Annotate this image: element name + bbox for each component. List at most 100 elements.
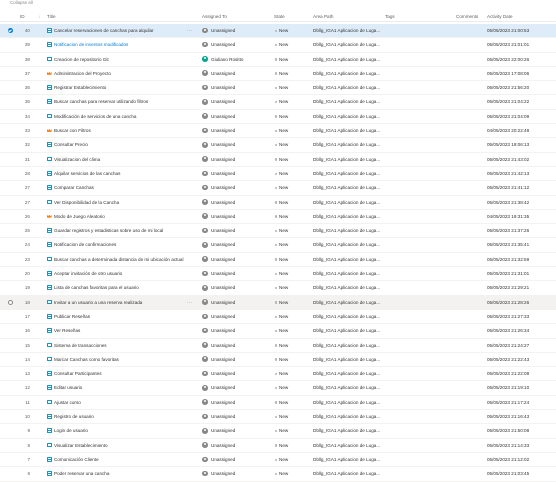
- table-row[interactable]: 11 Ajustar curso Unassigned New Dbllg_IGA1 A…: [0, 396, 556, 411]
- row-title-link[interactable]: Lista de canchas favoritas para el usuar…: [54, 285, 184, 290]
- row-title-link[interactable]: Notificacion de inventos modificados: [54, 42, 184, 47]
- row-activity-date: 05/05/2023 21:42:13: [487, 170, 530, 176]
- row-title-link[interactable]: Ver Reseñas: [54, 328, 184, 333]
- row-area-path: Dbllg_IGA1 Aplicacion de Luga...: [313, 142, 381, 148]
- row-assigned-to: Unassigned: [211, 199, 236, 205]
- table-row[interactable]: 24 Notificacion de confirmaciones Unassign…: [0, 238, 556, 253]
- table-row[interactable]: 37 Administracion del Proyecto Unassigned N…: [0, 67, 556, 82]
- more-actions-icon[interactable]: ···: [187, 28, 195, 33]
- avatar-icon: [202, 113, 208, 119]
- row-title-link[interactable]: Cancelar reservaciones de canchas para a…: [54, 28, 184, 33]
- row-title-link[interactable]: Ajustar curso: [54, 400, 184, 405]
- row-activity-date: 05/05/2023 21:22:43: [487, 356, 530, 362]
- table-row[interactable]: 23 Buscar canchas a determinada distancia…: [0, 253, 556, 268]
- user-story-icon: [47, 28, 52, 33]
- table-row[interactable]: 20 Aceptar invitación de otro usuario Unas…: [0, 267, 556, 282]
- table-row[interactable]: 31 Visualizacion del clima Unassigned New Db…: [0, 153, 556, 167]
- table-row[interactable]: 34 Modificación de servicios de una canch…: [0, 110, 556, 125]
- table-row[interactable]: 17 Publicar Reseñas Unassigned New Dbllg_IGA…: [0, 310, 556, 325]
- row-title-link[interactable]: Alquilar servicios de las canchas: [54, 171, 184, 176]
- row-area-path: Dbllg_IGA1 Aplicacion de Luga...: [313, 285, 381, 291]
- col-header-area[interactable]: Area Path: [313, 14, 333, 19]
- table-row[interactable]: 26 Modo de Juego Aleatorio Unassigned New Db…: [0, 210, 556, 225]
- row-title-link[interactable]: Publicar Reseñas: [54, 314, 184, 319]
- table-row[interactable]: 16 Ver Reseñas Unassigned New Dbllg_IGA1 Apl…: [0, 324, 556, 339]
- row-title-link[interactable]: Sistema de transacciones: [54, 343, 184, 348]
- table-row[interactable]: 6 Poder reservar una cancha Unassigned New D…: [0, 467, 556, 482]
- table-row[interactable]: 10 Registro de usuario Unassigned New Dbllg_…: [0, 410, 556, 425]
- row-title-link[interactable]: Consultar Participantes: [54, 371, 184, 376]
- row-state: New: [279, 242, 289, 248]
- row-title-link[interactable]: Buscar con Filtros: [54, 128, 184, 133]
- row-title-link[interactable]: Guardar registros y estadisticas sobre u…: [54, 228, 184, 233]
- user-story-icon: [47, 56, 52, 62]
- row-title-link[interactable]: Aceptar invitación de otro usuario: [54, 271, 184, 276]
- collapse-all-link[interactable]: Collapse all: [10, 0, 33, 5]
- row-title-link[interactable]: Administracion del Proyecto: [54, 71, 184, 76]
- row-state: New: [279, 113, 289, 119]
- row-activity-date: 05/05/2023 21:19:10: [487, 385, 530, 391]
- table-row[interactable]: 12 Editar usuario Unassigned New Dbllg_IGA1 …: [0, 381, 556, 396]
- table-row[interactable]: 33 Buscar con Filtros Unassigned New Dbllg_I…: [0, 124, 556, 139]
- row-title-link[interactable]: Buscar canchas para reservar utilizando …: [54, 99, 184, 104]
- row-title-link[interactable]: Modificación de servicios de una cancha: [54, 114, 184, 119]
- row-title-link[interactable]: Registrar Establecimiento: [54, 85, 184, 90]
- table-row[interactable]: 15 Sistema de transacciones Unassigned New D…: [0, 339, 556, 353]
- table-row[interactable]: 19 Lista de canchas favoritas para el usu…: [0, 281, 556, 296]
- row-title-link[interactable]: Modo de Juego Aleatorio: [54, 214, 184, 219]
- row-select-checkbox[interactable]: [8, 299, 13, 305]
- row-area-path: Dbllg_IGA1 Aplicacion de Luga...: [313, 28, 381, 33]
- col-header-state[interactable]: State: [274, 14, 285, 19]
- table-row[interactable]: 32 Consultar Precio Unassigned New Dbllg_IGA…: [0, 138, 556, 153]
- row-title-link[interactable]: Comparar Canchas: [54, 185, 184, 190]
- row-title-link[interactable]: Notificacion de confirmaciones: [54, 242, 184, 247]
- row-title-link[interactable]: Invitar a un usuario a una reserva reali…: [54, 300, 184, 305]
- more-actions-icon[interactable]: ···: [187, 300, 195, 305]
- col-header-date[interactable]: Activity Date: [487, 14, 513, 19]
- table-row[interactable]: 36 Registrar Establecimiento Unassigned New…: [0, 81, 556, 96]
- row-title-link[interactable]: Ver Disponibilidad de la Cancha: [54, 200, 184, 205]
- row-assigned-to: Unassigned: [211, 228, 236, 234]
- table-row[interactable]: 27 Comparar Canchas Unassigned New Dbllg_IGA…: [0, 181, 556, 196]
- row-area-path: Dbllg_IGA1 Aplicacion de Luga...: [313, 414, 381, 420]
- row-title-link[interactable]: Poder reservar una cancha: [54, 471, 184, 476]
- col-header-id[interactable]: ID: [20, 14, 25, 19]
- user-story-icon: [47, 456, 52, 462]
- table-row[interactable]: 35 Buscar canchas para reservar utilizand…: [0, 95, 556, 110]
- row-title-link[interactable]: Editar usuario: [54, 385, 184, 390]
- state-dot-icon: [274, 43, 277, 47]
- row-area-path: Dbllg_IGA1 Aplicacion de Luga...: [313, 399, 381, 405]
- table-row[interactable]: 9 Login de usuario Unassigned New Dbllg_IGA1…: [0, 424, 556, 439]
- row-selected-check-icon[interactable]: [8, 28, 13, 33]
- table-row[interactable]: 28 Alquilar servicios de las canchas Unass…: [0, 167, 556, 182]
- sort-arrow-icon[interactable]: ↓: [38, 14, 40, 19]
- table-row[interactable]: 27 Ver Disponibilidad de la Cancha Unassig…: [0, 196, 556, 210]
- table-row[interactable]: 38 Creacion de repositorio Git Giuliano Ro…: [0, 53, 556, 67]
- row-title-link[interactable]: Registro de usuario: [54, 414, 184, 419]
- col-header-assigned[interactable]: Assigned To: [202, 14, 227, 19]
- table-row[interactable]: 8 Visualizar Establecimiento Unassigned New…: [0, 439, 556, 453]
- row-title-link[interactable]: Marcar Canchas como favoritas: [54, 357, 184, 362]
- table-row[interactable]: 18 Invitar a un usuario a una reserva rea…: [0, 295, 556, 310]
- row-title-link[interactable]: Buscar canchas a determinada distancia d…: [54, 257, 184, 262]
- row-title-link[interactable]: Visualizacion del clima: [54, 157, 184, 162]
- row-title-link[interactable]: Comunicación Cliente: [54, 457, 184, 462]
- table-row[interactable]: 40 Cancelar reservaciones de canchas para…: [0, 24, 556, 39]
- table-row[interactable]: 25 Guardar registros y estadisticas sobre…: [0, 224, 556, 239]
- table-row[interactable]: 7 Comunicación Cliente Unassigned New Dbllg_…: [0, 453, 556, 468]
- row-id: 39: [24, 42, 30, 48]
- col-header-comments[interactable]: Comments: [456, 14, 478, 19]
- table-row[interactable]: 13 Consultar Participantes Unassigned New Db…: [0, 367, 556, 382]
- user-story-icon: [47, 113, 52, 119]
- user-story-icon: [47, 85, 52, 90]
- user-story-icon: [47, 399, 52, 405]
- col-header-tags[interactable]: Tags: [385, 14, 395, 19]
- row-title-link[interactable]: Visualizar Establecimiento: [54, 443, 184, 448]
- table-row[interactable]: 14 Marcar Canchas como favoritas Unassigne…: [0, 353, 556, 368]
- row-id: 11: [25, 399, 30, 405]
- row-title-link[interactable]: Creacion de repositorio Git: [54, 57, 184, 62]
- row-title-link[interactable]: Consultar Precio: [54, 142, 184, 147]
- row-title-link[interactable]: Login de usuario: [54, 428, 184, 433]
- table-row[interactable]: 39 Notificacion de inventos modificados Un…: [0, 38, 556, 53]
- col-header-title[interactable]: Title: [47, 14, 56, 19]
